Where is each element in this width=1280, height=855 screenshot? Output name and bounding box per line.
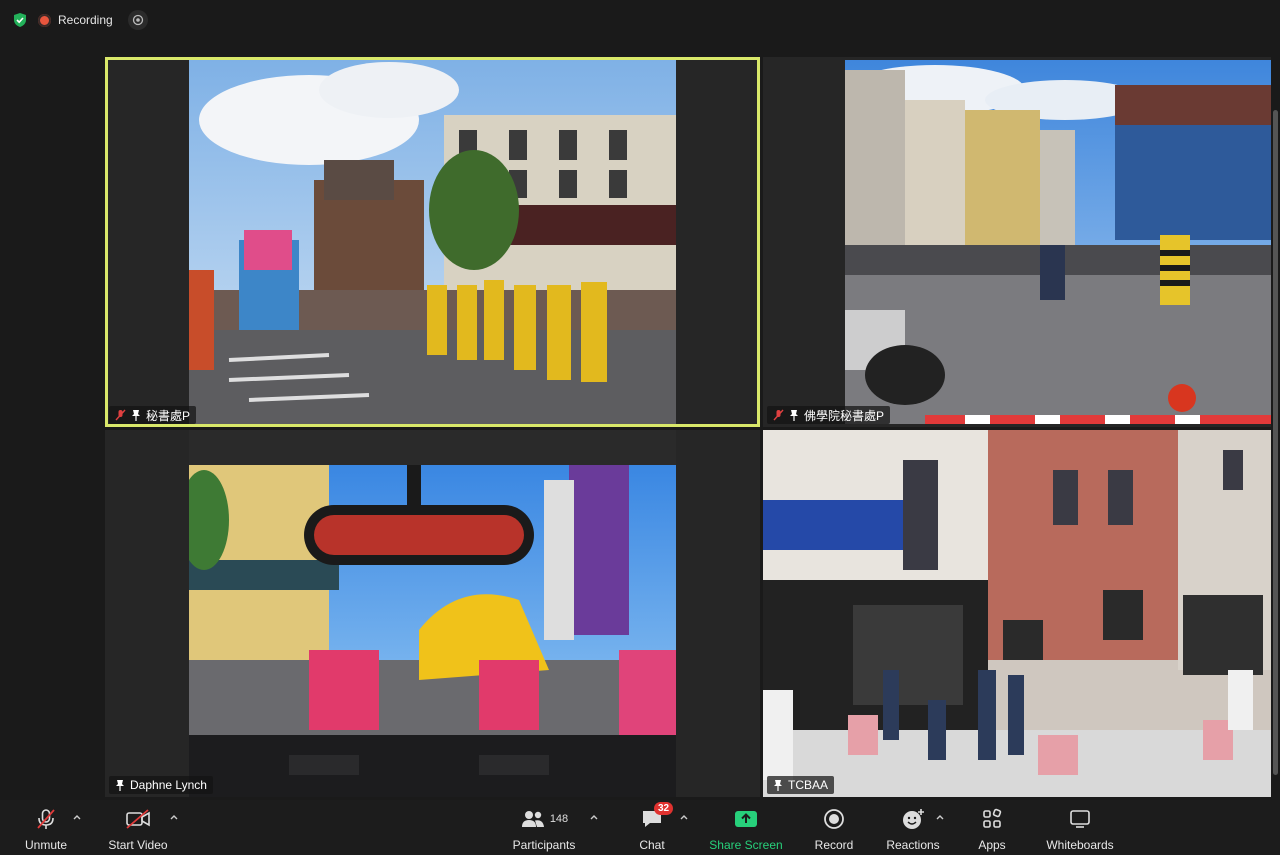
chat-unread-badge: 32	[654, 802, 674, 815]
record-dot-icon	[38, 13, 51, 27]
whiteboards-button[interactable]: Whiteboards	[1044, 806, 1116, 852]
mic-muted-icon	[115, 409, 126, 421]
participant-name-tag: TCBAA	[767, 776, 835, 794]
video-off-icon	[126, 809, 150, 829]
participant-name: 秘書處P	[146, 408, 191, 423]
pin-icon	[132, 410, 140, 421]
video-feed-2	[845, 60, 1271, 424]
video-tile-2[interactable]: 佛學院秘書處P	[763, 57, 1271, 427]
chat-label: Chat	[639, 838, 665, 852]
apps-label: Apps	[978, 838, 1006, 852]
shield-check-icon[interactable]	[12, 12, 28, 28]
recording-indicator[interactable]: Recording	[38, 9, 113, 31]
share-screen-label: Share Screen	[709, 838, 783, 852]
participant-name: Daphne Lynch	[130, 778, 207, 792]
record-button[interactable]: Record	[812, 806, 856, 852]
participant-name: 佛學院秘書處P	[804, 408, 885, 423]
meeting-top-bar: Recording	[0, 0, 1280, 40]
participant-name-tag: 秘書處P	[109, 406, 197, 424]
participants-label: Participants	[512, 838, 576, 852]
audio-options-caret-icon[interactable]	[72, 812, 82, 822]
participant-name: TCBAA	[788, 778, 829, 792]
reactions-options-caret-icon[interactable]	[935, 812, 945, 822]
pin-icon	[116, 780, 124, 791]
meeting-toolbar: Unmute Start Video 148 Participants 32 C…	[0, 800, 1280, 855]
start-video-label: Start Video	[108, 838, 168, 852]
participants-button[interactable]: 148 Participants	[506, 806, 582, 852]
share-screen-icon	[735, 811, 757, 827]
view-options-icon[interactable]	[128, 10, 148, 30]
reactions-label: Reactions	[886, 838, 940, 852]
record-label: Record	[814, 838, 854, 852]
video-tile-4[interactable]: TCBAA	[763, 430, 1271, 797]
pin-icon	[774, 780, 782, 791]
mic-muted-icon	[773, 409, 784, 421]
chat-options-caret-icon[interactable]	[679, 812, 689, 822]
mic-muted-icon	[37, 809, 55, 829]
whiteboards-label: Whiteboards	[1046, 838, 1114, 852]
video-feed-4	[763, 430, 1271, 797]
start-video-button[interactable]: Start Video	[104, 806, 172, 852]
participants-icon	[521, 811, 544, 827]
apps-icon	[983, 808, 1002, 828]
participants-options-caret-icon[interactable]	[589, 812, 599, 822]
smiley-plus-icon	[903, 809, 924, 829]
whiteboard-icon	[1070, 810, 1090, 828]
video-feed-1	[189, 60, 676, 424]
participant-name-tag: 佛學院秘書處P	[767, 406, 891, 424]
video-feed-3	[189, 430, 676, 797]
video-options-caret-icon[interactable]	[169, 812, 179, 822]
gallery-scrollbar[interactable]	[1273, 110, 1278, 775]
video-tile-3[interactable]: Daphne Lynch	[105, 430, 760, 797]
record-icon	[824, 809, 844, 829]
apps-button[interactable]: Apps	[974, 806, 1010, 852]
recording-label: Recording	[58, 13, 113, 27]
video-tile-1[interactable]: 秘書處P	[105, 57, 760, 427]
chat-button[interactable]: 32 Chat	[632, 802, 674, 852]
unmute-button[interactable]: Unmute	[22, 806, 70, 852]
participants-count: 148	[549, 813, 569, 825]
unmute-label: Unmute	[24, 838, 68, 852]
reactions-button[interactable]: Reactions	[884, 806, 942, 852]
pin-icon	[790, 410, 798, 421]
share-screen-button[interactable]: Share Screen	[706, 806, 786, 852]
participant-name-tag: Daphne Lynch	[109, 776, 213, 794]
